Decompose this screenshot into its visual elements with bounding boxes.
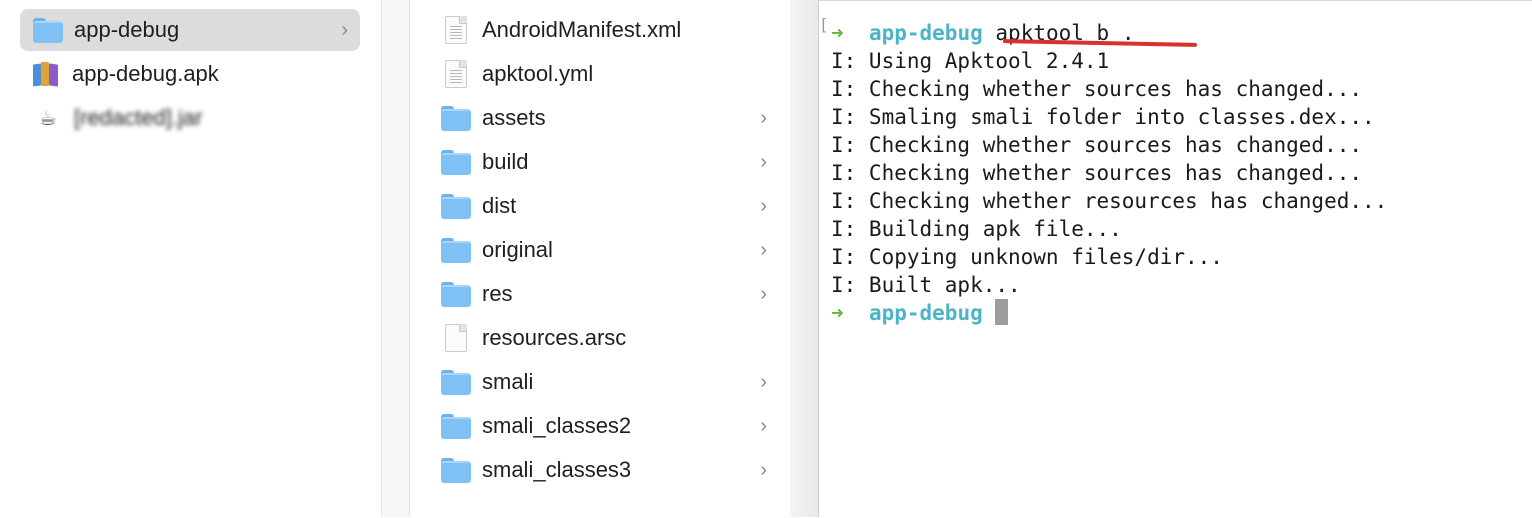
terminal-window[interactable]: [ ➜ app-debug apktool b . I: Using Apkto…: [819, 0, 1532, 518]
terminal-output-line: I: Using Apktool 2.4.1: [831, 49, 1110, 73]
finder-item-label: apktool.yml: [482, 61, 594, 86]
chevron-right-icon: ›: [760, 150, 767, 173]
folder-icon: [440, 234, 472, 266]
finder-item-label: AndroidManifest.xml: [482, 17, 682, 42]
finder-item-smali-classes2[interactable]: smali_classes2 ›: [440, 405, 775, 447]
finder-item-label: app-debug.apk: [72, 61, 219, 86]
finder-item-build[interactable]: build ›: [440, 141, 775, 183]
chevron-right-icon: ›: [760, 458, 767, 481]
prompt-arrow-icon: ➜: [831, 21, 844, 45]
finder-item-assets[interactable]: assets ›: [440, 97, 775, 139]
document-icon: [440, 14, 472, 46]
prompt-directory: app-debug: [868, 21, 983, 45]
finder-item-original[interactable]: original ›: [440, 229, 775, 271]
finder-item-label-redacted: [redacted].jar: [74, 105, 203, 130]
terminal-output-line: I: Smaling smali folder into classes.dex…: [831, 105, 1375, 129]
prompt-arrow-icon: ➜: [831, 301, 844, 325]
column-divider[interactable]: [382, 0, 410, 517]
blank-document-icon: [440, 322, 472, 354]
folder-icon: [440, 410, 472, 442]
finder-item-label: smali: [482, 369, 534, 394]
finder-item-smali-classes3[interactable]: smali_classes3 ›: [440, 449, 775, 491]
terminal-cursor[interactable]: [995, 299, 1009, 325]
java-cup-icon: ☕: [39, 107, 57, 130]
chevron-right-icon: ›: [760, 414, 767, 437]
folder-icon: [32, 14, 64, 46]
finder-item-label: original: [482, 237, 553, 262]
prompt-bracket-mark: [: [819, 15, 829, 34]
finder-item-label: smali_classes3: [482, 457, 632, 482]
finder-item-androidmanifest[interactable]: AndroidManifest.xml: [440, 9, 775, 51]
chevron-right-icon: ›: [760, 282, 767, 305]
chevron-right-icon: ›: [341, 18, 348, 41]
folder-icon: [440, 190, 472, 222]
apk-package-icon: [30, 58, 62, 90]
terminal-output-line: I: Checking whether sources has changed.…: [831, 161, 1363, 185]
finder-item-apktool-yml[interactable]: apktool.yml: [440, 53, 775, 95]
folder-icon: [440, 146, 472, 178]
chevron-right-icon: ›: [760, 106, 767, 129]
terminal-output-line: I: Checking whether resources has change…: [831, 189, 1388, 213]
finder-item-dist[interactable]: dist ›: [440, 185, 775, 227]
chevron-right-icon: ›: [760, 238, 767, 261]
finder-item-label: dist: [482, 193, 517, 218]
finder-item-smali[interactable]: smali ›: [440, 361, 775, 403]
terminal-output-line: I: Built apk...: [831, 273, 1021, 297]
terminal-output-line: I: Copying unknown files/dir...: [831, 245, 1223, 269]
chevron-right-icon: ›: [760, 194, 767, 217]
finder-item-label: smali_classes2: [482, 413, 632, 438]
column-resize-edge[interactable]: [790, 0, 819, 517]
terminal-output-line: I: Checking whether sources has changed.…: [831, 77, 1363, 101]
finder-column-1: app-debug › app-debug.apk ☕ [redacted].j…: [0, 0, 382, 517]
finder-item-app-debug-folder[interactable]: app-debug ›: [20, 9, 360, 51]
finder-item-label: resources.arsc: [482, 325, 627, 350]
folder-icon: [440, 102, 472, 134]
finder-item-app-debug-apk[interactable]: app-debug.apk: [20, 53, 360, 95]
folder-icon: [440, 366, 472, 398]
finder-item-label: app-debug: [74, 17, 180, 42]
finder-item-jar-file[interactable]: ☕ [redacted].jar: [20, 97, 360, 139]
document-icon: [440, 58, 472, 90]
finder-item-label: build: [482, 149, 529, 174]
finder-item-label: res: [482, 281, 513, 306]
finder-item-res[interactable]: res ›: [440, 273, 775, 315]
finder-column-2: AndroidManifest.xml apktool.yml assets ›…: [410, 0, 790, 517]
terminal-prompt-line: ➜ app-debug: [831, 299, 1009, 327]
folder-icon: [440, 278, 472, 310]
terminal-output-line: I: Checking whether sources has changed.…: [831, 133, 1363, 157]
chevron-right-icon: ›: [760, 370, 767, 393]
finder-item-resources-arsc[interactable]: resources.arsc: [440, 317, 775, 359]
terminal-output-line: I: Building apk file...: [831, 217, 1122, 241]
folder-icon: [440, 454, 472, 486]
prompt-directory: app-debug: [868, 301, 983, 325]
finder-item-label: assets: [482, 105, 546, 130]
